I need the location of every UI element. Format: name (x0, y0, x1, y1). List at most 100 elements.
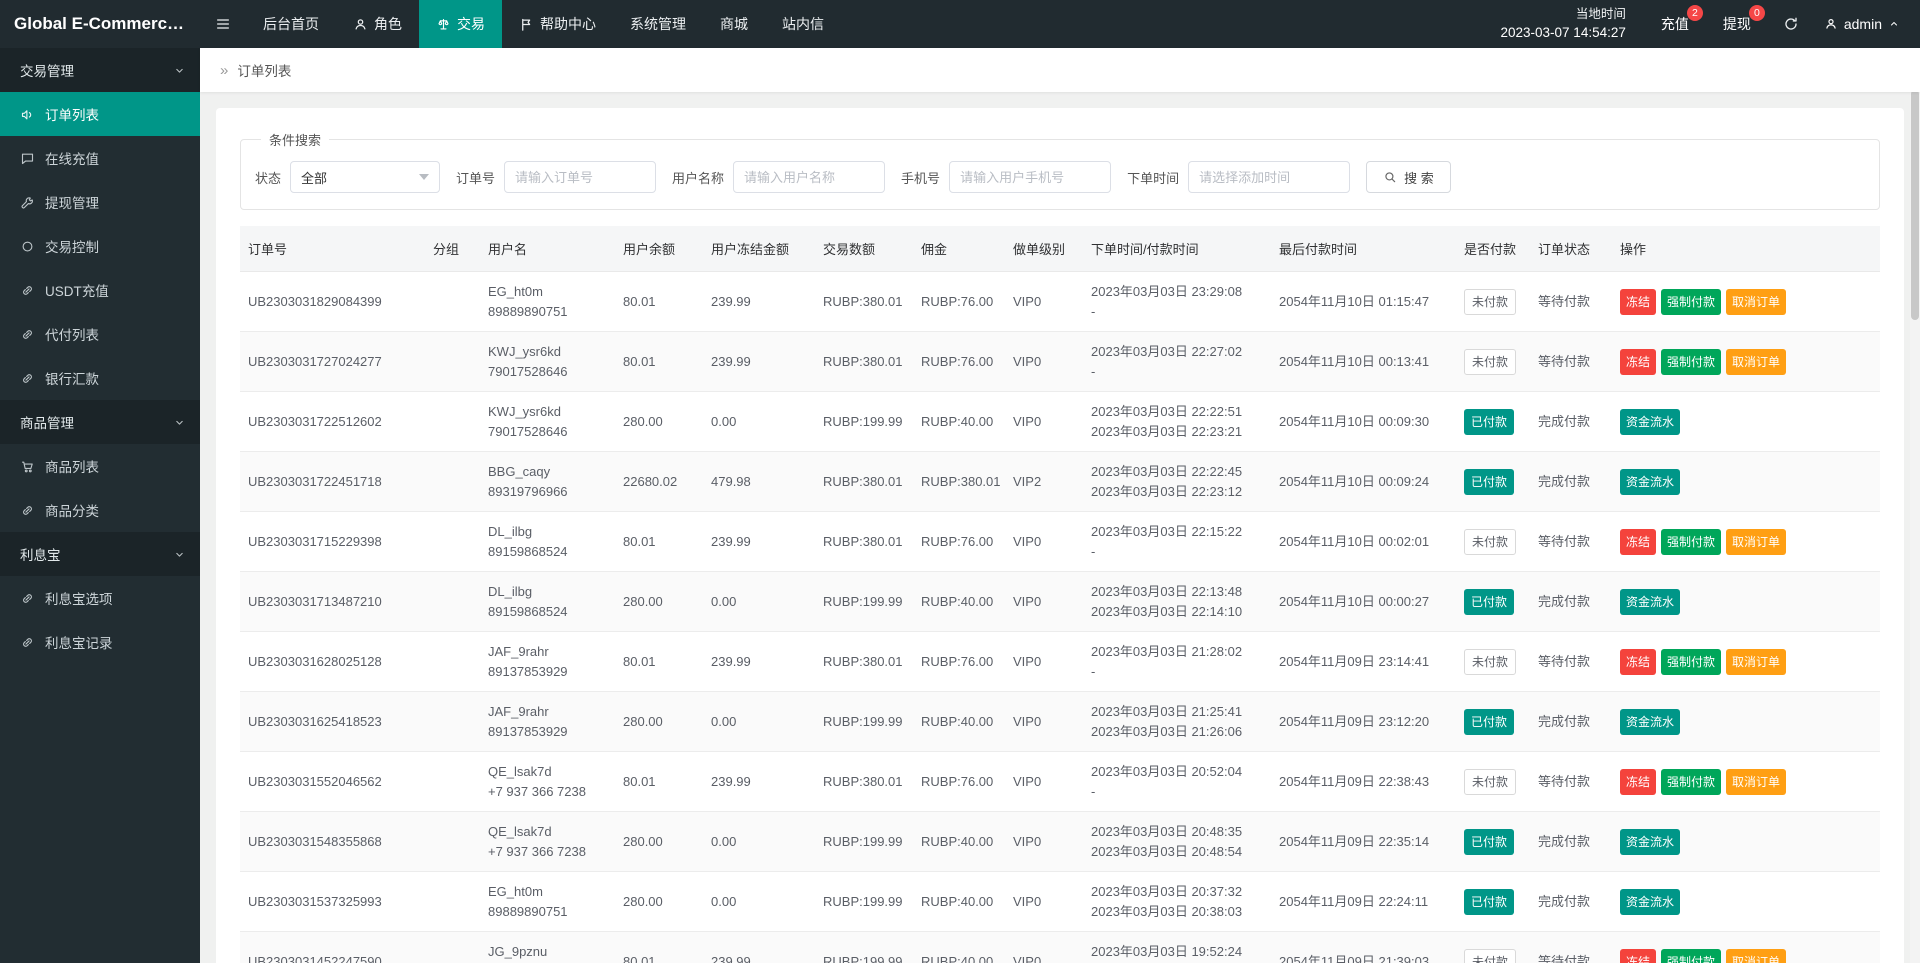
top-menu-item-1[interactable]: 角色 (336, 0, 419, 48)
search-button[interactable]: 搜 索 (1366, 161, 1451, 193)
freeze-button[interactable]: 冻结 (1620, 289, 1656, 315)
cell-status: 完成付款 (1530, 812, 1612, 872)
freeze-button[interactable]: 冻结 (1620, 349, 1656, 375)
cell-amount: RUBP:380.01 (815, 512, 913, 572)
fund-flow-button[interactable]: 资金流水 (1620, 409, 1680, 435)
force-pay-button[interactable]: 强制付款 (1661, 649, 1721, 675)
order-no-input[interactable] (504, 161, 656, 193)
cell-actions: 资金流水 (1612, 692, 1880, 752)
pay-time-text: 2023年03月03日 20:38:03 (1091, 902, 1263, 922)
cell-actions: 冻结强制付款取消订单 (1612, 512, 1880, 572)
fund-flow-button[interactable]: 资金流水 (1620, 889, 1680, 915)
cell-frozen: 239.99 (703, 632, 815, 692)
top-menu-item-6[interactable]: 站内信 (765, 0, 841, 48)
sidebar-item-3[interactable]: 提现管理 (0, 180, 200, 224)
person-icon (353, 17, 368, 32)
admin-menu[interactable]: admin (1814, 0, 1920, 48)
order-time-input[interactable] (1188, 161, 1350, 193)
account-text: 89159868524 (488, 602, 607, 622)
cell-group (425, 512, 480, 572)
sidebar-item-7[interactable]: 银行汇款 (0, 356, 200, 400)
sidebar-group-8[interactable]: 商品管理 (0, 400, 200, 444)
order-time-text: 2023年03月03日 20:52:04 (1091, 762, 1263, 782)
top-menu-item-3[interactable]: 帮助中心 (502, 0, 613, 48)
freeze-button[interactable]: 冻结 (1620, 649, 1656, 675)
cancel-order-button[interactable]: 取消订单 (1726, 649, 1786, 675)
status-select-value: 全部 (301, 168, 327, 187)
cell-order-time: 2023年03月03日 22:27:02- (1083, 332, 1271, 392)
freeze-button[interactable]: 冻结 (1620, 949, 1656, 963)
pay-time-text: 2023年03月03日 21:26:06 (1091, 722, 1263, 742)
order-time-text: 2023年03月03日 22:15:22 (1091, 522, 1263, 542)
cell-group (425, 272, 480, 332)
cancel-order-button[interactable]: 取消订单 (1726, 769, 1786, 795)
search-button-label: 搜 索 (1404, 168, 1434, 187)
top-menu-item-4[interactable]: 系统管理 (613, 0, 703, 48)
cell-commission: RUBP:76.00 (913, 332, 1005, 392)
cell-order-no: UB2303031713487210 (240, 572, 425, 632)
cell-actions: 资金流水 (1612, 872, 1880, 932)
sidebar-item-label: 利息宝记录 (45, 632, 113, 652)
cell-frozen: 0.00 (703, 872, 815, 932)
username-input[interactable] (733, 161, 885, 193)
sidebar-item-13[interactable]: 利息宝记录 (0, 620, 200, 664)
withdraw-label: 提现 (1723, 14, 1751, 34)
force-pay-button[interactable]: 强制付款 (1661, 289, 1721, 315)
local-time-value: 2023-03-07 14:54:27 (1501, 23, 1626, 43)
refresh-button[interactable] (1768, 0, 1814, 48)
top-menu-item-5[interactable]: 商城 (703, 0, 765, 48)
sidebar-group-11[interactable]: 利息宝 (0, 532, 200, 576)
force-pay-button[interactable]: 强制付款 (1661, 769, 1721, 795)
freeze-button[interactable]: 冻结 (1620, 769, 1656, 795)
top-menu-item-0[interactable]: 后台首页 (246, 0, 336, 48)
sidebar-item-2[interactable]: 在线充值 (0, 136, 200, 180)
cell-commission: RUBP:40.00 (913, 572, 1005, 632)
column-header-1: 分组 (425, 226, 480, 272)
cancel-order-button[interactable]: 取消订单 (1726, 949, 1786, 963)
cancel-order-button[interactable]: 取消订单 (1726, 289, 1786, 315)
order-time-text: 2023年03月03日 21:28:02 (1091, 642, 1263, 662)
cancel-order-button[interactable]: 取消订单 (1726, 349, 1786, 375)
sidebar-item-4[interactable]: 交易控制 (0, 224, 200, 268)
sidebar-item-6[interactable]: 代付列表 (0, 312, 200, 356)
force-pay-button[interactable]: 强制付款 (1661, 349, 1721, 375)
chevron-down-icon (173, 64, 186, 77)
hamburger-icon[interactable] (200, 0, 246, 48)
top-menu-item-2[interactable]: 交易 (419, 0, 502, 48)
scrollbar-track[interactable] (1910, 48, 1920, 963)
cell-amount: RUBP:380.01 (815, 452, 913, 512)
order-time-text: 2023年03月03日 22:22:51 (1091, 402, 1263, 422)
cell-order-time: 2023年03月03日 20:37:322023年03月03日 20:38:03 (1083, 872, 1271, 932)
cell-status: 等待付款 (1530, 932, 1612, 963)
cell-amount: RUBP:380.01 (815, 272, 913, 332)
freeze-button[interactable]: 冻结 (1620, 529, 1656, 555)
cancel-order-button[interactable]: 取消订单 (1726, 529, 1786, 555)
column-header-6: 佣金 (913, 226, 1005, 272)
cell-order-time: 2023年03月03日 21:28:02- (1083, 632, 1271, 692)
force-pay-button[interactable]: 强制付款 (1661, 529, 1721, 555)
status-select[interactable]: 全部 (290, 161, 440, 193)
chevron-down-icon (419, 174, 429, 180)
sidebar-group-0[interactable]: 交易管理 (0, 48, 200, 92)
order-time-text: 2023年03月03日 22:13:48 (1091, 582, 1263, 602)
fund-flow-button[interactable]: 资金流水 (1620, 469, 1680, 495)
fund-flow-button[interactable]: 资金流水 (1620, 589, 1680, 615)
account-text: +7 937 366 7238 (488, 782, 607, 802)
cell-last-pay-time: 2054年11月10日 00:02:01 (1271, 512, 1456, 572)
fund-flow-button[interactable]: 资金流水 (1620, 709, 1680, 735)
withdraw-button[interactable]: 提现 0 (1706, 0, 1768, 48)
sidebar-item-10[interactable]: 商品分类 (0, 488, 200, 532)
column-header-4: 用户冻结金额 (703, 226, 815, 272)
sidebar-item-12[interactable]: 利息宝选项 (0, 576, 200, 620)
recharge-button[interactable]: 充值 2 (1644, 0, 1706, 48)
phone-input[interactable] (949, 161, 1111, 193)
fund-flow-button[interactable]: 资金流水 (1620, 829, 1680, 855)
cell-amount: RUBP:199.99 (815, 692, 913, 752)
force-pay-button[interactable]: 强制付款 (1661, 949, 1721, 963)
sidebar-item-5[interactable]: USDT充值 (0, 268, 200, 312)
scrollbar-thumb[interactable] (1911, 90, 1919, 320)
sidebar-item-1[interactable]: 订单列表 (0, 92, 200, 136)
top-menu-item-label: 角色 (374, 14, 402, 34)
sidebar-item-9[interactable]: 商品列表 (0, 444, 200, 488)
order-time-text: 2023年03月03日 19:52:24 (1091, 942, 1263, 962)
